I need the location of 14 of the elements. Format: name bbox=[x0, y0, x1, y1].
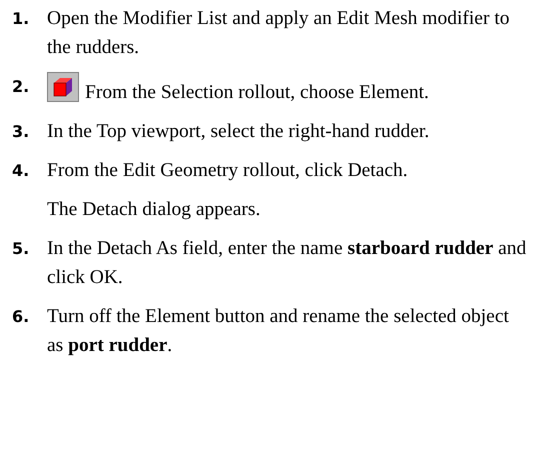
step-text: Turn off the Element button and rename the selected object as port rudder. bbox=[47, 306, 509, 356]
step-number: 4. bbox=[12, 160, 30, 182]
step-number: 2. bbox=[12, 76, 30, 98]
step-number: 3. bbox=[12, 121, 30, 143]
step-text: From the Edit Geometry rollout, click Detach. bbox=[47, 160, 408, 181]
step-text: From the Selection rollout, choose Element. bbox=[85, 82, 429, 103]
step-number: 6. bbox=[12, 306, 30, 328]
step-text: Open the Modifier List and apply an Edit Mesh modifier to the rudders. bbox=[47, 8, 510, 58]
step-number: 5. bbox=[12, 238, 30, 260]
cube-icon[interactable] bbox=[47, 72, 79, 102]
step-note: The Detach dialog appears. bbox=[47, 198, 262, 222]
step-text: In the Top viewport, select the right-hand rudder. bbox=[47, 121, 430, 142]
step-text: In the Detach As field, enter the name starboard rudder and click OK. bbox=[47, 238, 526, 288]
step-number: 1. bbox=[12, 8, 30, 30]
